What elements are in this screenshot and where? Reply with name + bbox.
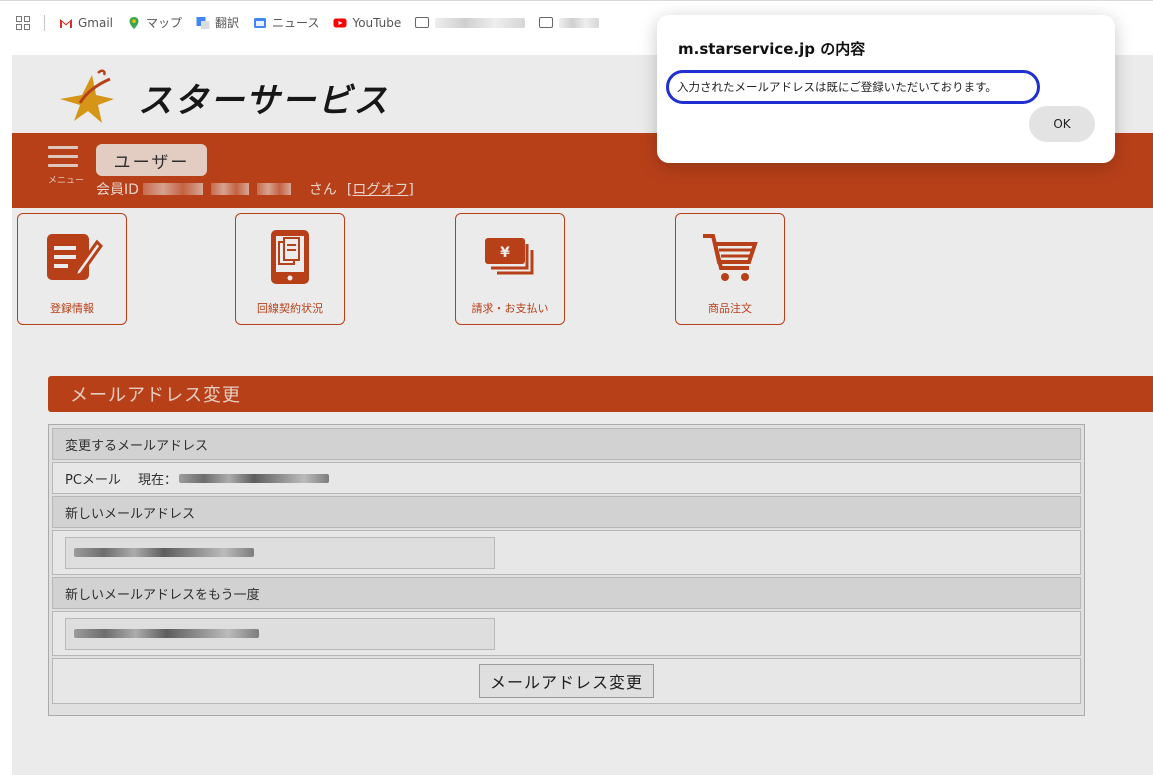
tile-label: 商品注文 [708,302,752,315]
youtube-icon [333,18,347,27]
tile-registration-info[interactable]: 登録情報 [17,213,127,325]
form-row-new-label: 新しいメールアドレス [52,496,1081,528]
confirm-email-input[interactable] [65,617,495,650]
form-row-change-label: 変更するメールアドレス [52,428,1081,460]
member-info: 会員ID さん [ログオフ] [96,179,414,199]
san-label: さん [308,182,337,198]
bookmark-gmail[interactable]: Gmail [59,16,113,30]
ok-button[interactable]: OK [1029,106,1095,142]
change-email-label: 変更するメールアドレス [65,438,209,454]
bookmark-maps[interactable]: マップ [127,14,182,31]
logout-link[interactable]: [ログオフ] [347,179,414,199]
yen-bills-icon: ¥ [485,238,534,275]
tile-label: 登録情報 [50,302,94,315]
folder-icon [539,17,554,28]
menu-label: メニュー [48,176,85,186]
maps-icon [129,16,139,29]
gmail-icon [60,18,72,28]
pc-mail-label: PCメール 現在： [65,472,178,488]
new-email-label: 新しいメールアドレス [65,506,196,522]
hamburger-menu-icon[interactable] [48,146,78,170]
site-logo-text[interactable]: スターサービス [138,73,389,122]
highlight-ring [666,70,1040,104]
tile-contract-status[interactable]: 回線契約状況 [235,213,345,325]
new-email-input[interactable] [65,536,495,569]
redacted-input-value [74,548,254,557]
tile-product-order[interactable]: 商品注文 [675,213,785,325]
redacted-name [256,183,291,195]
bookmark-youtube[interactable]: YouTube [333,16,401,30]
dialog-message-box: 入力されたメールアドレスは既にご登録いただいております。 [666,70,1040,104]
star-logo-icon [60,69,114,123]
form-row-submit: メールアドレス変更 [52,658,1081,704]
news-icon [254,17,267,28]
edit-document-icon [47,234,103,280]
form-row-confirm-input [52,611,1081,656]
translate-icon [196,16,210,29]
bookmarks-separator [44,14,45,31]
bookmark-folder-1[interactable] [415,17,526,28]
page-content: スターサービス メニュー ユーザー 会員ID さん [ログオフ] 登録情報 回線… [12,55,1153,775]
tile-billing-payment[interactable]: ¥ 請求・お支払い [455,213,565,325]
redacted-member-id [142,183,203,195]
redacted-bookmark [435,17,526,28]
redacted-input-value [74,629,259,638]
folder-icon [415,17,430,28]
email-change-form: 変更するメールアドレス PCメール 現在： 新しいメールアドレス 新しいメールア… [48,424,1085,716]
change-email-button[interactable]: メールアドレス変更 [478,664,654,698]
contract-document-icon [271,230,309,284]
redacted-current-email [179,473,330,483]
form-row-current-email: PCメール 現在： [52,462,1081,494]
bookmark-translate[interactable]: 翻訳 [196,14,239,31]
form-row-new-input [52,530,1081,575]
apps-grid-icon[interactable] [16,15,30,30]
confirm-email-label: 新しいメールアドレスをもう一度 [65,587,260,603]
tile-label: 請求・お支払い [471,302,549,315]
alert-dialog: m.starservice.jp の内容 入力されたメールアドレスは既にご登録い… [657,15,1115,163]
form-row-confirm-label: 新しいメールアドレスをもう一度 [52,577,1081,609]
shopping-cart-icon [703,234,758,281]
bookmark-news[interactable]: ニュース [253,14,319,31]
user-button[interactable]: ユーザー [96,144,207,176]
member-id-label: 会員ID [96,182,139,198]
svg-text:¥: ¥ [500,245,510,261]
section-title: メールアドレス変更 [48,376,1153,412]
redacted-name [210,183,249,195]
redacted-bookmark [559,17,600,28]
menu-tiles: 登録情報 回線契約状況 ¥ 請求・お支払い 商品注文 [12,208,1153,328]
tile-label: 回線契約状況 [257,302,323,315]
dialog-title: m.starservice.jp の内容 [678,40,866,58]
bookmark-folder-2[interactable] [539,17,600,28]
